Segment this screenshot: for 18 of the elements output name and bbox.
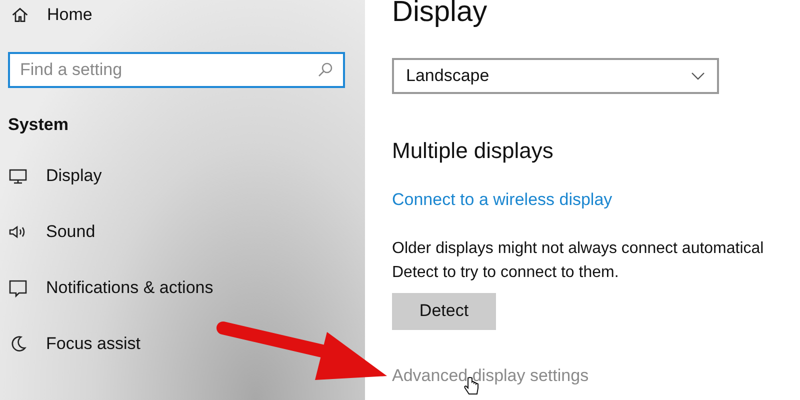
section-heading: System <box>8 114 70 136</box>
page-title: Display <box>392 0 488 28</box>
search-field[interactable]: Find a setting <box>8 52 345 88</box>
search-icon <box>317 62 333 78</box>
speech-bubble-icon <box>8 278 28 298</box>
description-text: Older displays might not always connect automatical <box>392 238 765 258</box>
section-heading: Multiple displays <box>392 137 554 165</box>
nav-item[interactable]: Display <box>8 164 102 188</box>
home-link[interactable]: Home <box>8 0 345 30</box>
home-icon <box>11 6 29 24</box>
nav-item[interactable]: Sound <box>8 220 96 244</box>
detect-button[interactable]: Detect <box>392 292 496 330</box>
description-text: Detect to try to connect to them. <box>392 262 620 282</box>
nav-item[interactable]: Focus assist <box>8 332 140 356</box>
orientation-dropdown[interactable]: Landscape <box>392 58 719 94</box>
wireless-display-link[interactable]: Connect to a wireless display <box>392 187 800 212</box>
nav-item[interactable]: Notifications & actions <box>8 276 214 300</box>
chevron-down-icon <box>691 72 705 80</box>
